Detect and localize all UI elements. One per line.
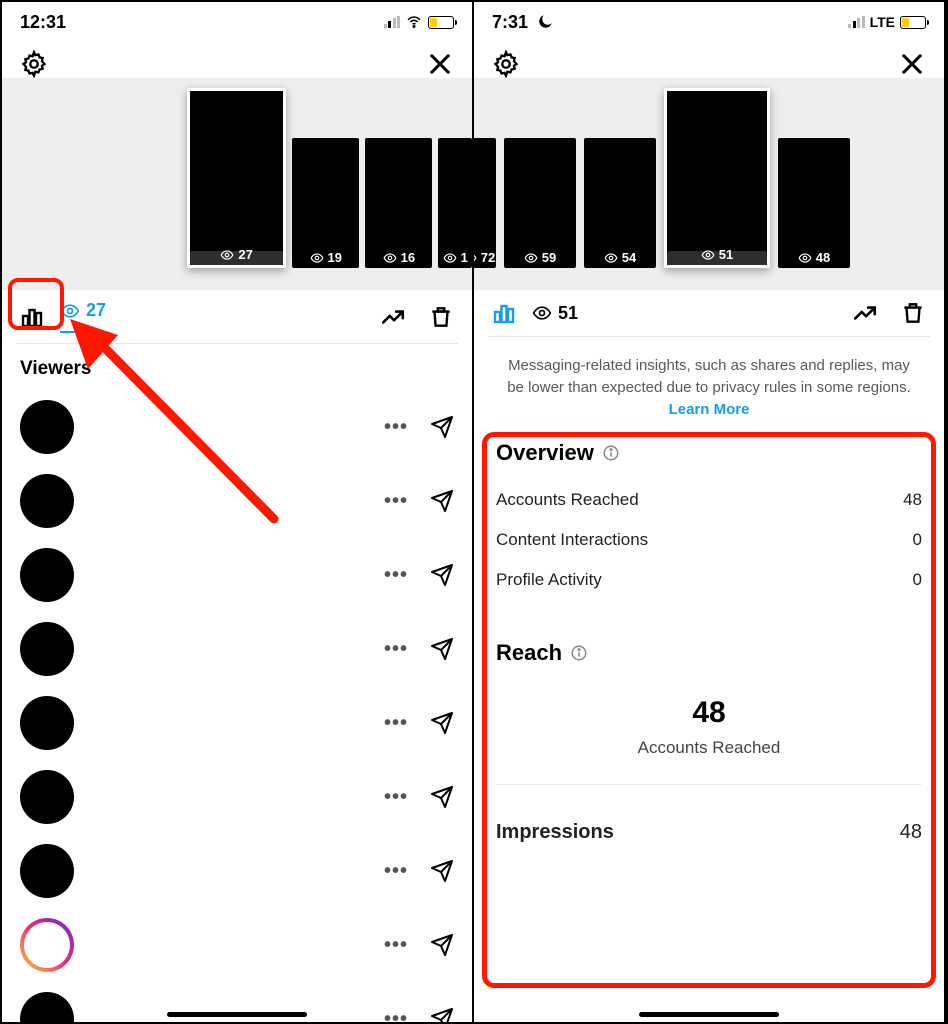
battery-icon	[428, 16, 454, 29]
send-icon[interactable]	[430, 1007, 454, 1022]
viewer-row[interactable]: •••	[2, 538, 472, 612]
trash-icon[interactable]	[428, 304, 454, 330]
phone-left: 12:31 2719161 27	[2, 2, 474, 1022]
send-icon[interactable]	[430, 933, 454, 957]
share-trend-icon[interactable]	[380, 304, 406, 330]
views-tab[interactable]: 51	[532, 303, 578, 324]
status-bar: 7:31 LTE	[474, 2, 944, 42]
send-icon[interactable]	[430, 415, 454, 439]
more-icon[interactable]: •••	[384, 860, 408, 883]
send-icon[interactable]	[430, 711, 454, 735]
more-icon[interactable]: •••	[384, 786, 408, 809]
gear-icon[interactable]	[492, 50, 520, 78]
annotation-arrow	[64, 319, 294, 539]
overview-row[interactable]: Content Interactions0	[474, 520, 944, 560]
story-thumb[interactable]: 51	[664, 88, 770, 268]
more-icon[interactable]: •••	[384, 934, 408, 957]
viewer-row[interactable]: •••	[2, 834, 472, 908]
story-strip[interactable]: 2719161	[2, 78, 472, 290]
reach-sublabel: Accounts Reached	[474, 738, 944, 758]
gear-icon[interactable]	[20, 50, 48, 78]
eye-icon	[532, 303, 552, 323]
story-thumb[interactable]: 19	[292, 138, 359, 268]
impressions-row: Impressions 48	[474, 811, 944, 854]
viewer-row[interactable]: •••	[2, 908, 472, 982]
send-icon[interactable]	[430, 489, 454, 513]
network-label: LTE	[870, 14, 895, 30]
info-icon[interactable]	[602, 444, 620, 462]
privacy-notice: Messaging-related insights, such as shar…	[474, 337, 944, 434]
annotation-highlight-box	[8, 278, 64, 330]
avatar[interactable]	[20, 548, 74, 602]
overview-row[interactable]: Profile Activity0	[474, 560, 944, 600]
reach-heading: Reach	[474, 634, 944, 680]
more-icon[interactable]: •••	[384, 1008, 408, 1023]
avatar[interactable]	[20, 992, 74, 1022]
overview-row[interactable]: Accounts Reached48	[474, 480, 944, 520]
reach-number: 48	[474, 696, 944, 730]
overview-heading: Overview	[474, 434, 944, 480]
home-indicator	[167, 1012, 307, 1017]
bar-chart-icon[interactable]	[492, 301, 516, 325]
close-icon[interactable]	[426, 50, 454, 78]
more-icon[interactable]: •••	[384, 416, 408, 439]
avatar[interactable]	[20, 770, 74, 824]
insight-tabs: 51	[474, 290, 944, 336]
more-icon[interactable]: •••	[384, 712, 408, 735]
reach-block: 48 Accounts Reached	[474, 680, 944, 784]
send-icon[interactable]	[430, 859, 454, 883]
more-icon[interactable]: •••	[384, 638, 408, 661]
story-thumb[interactable]: 48	[778, 138, 850, 268]
story-thumb[interactable]: 1	[438, 138, 472, 268]
avatar[interactable]	[20, 918, 74, 972]
story-thumb[interactable]: 59	[504, 138, 576, 268]
story-thumb[interactable]: 72	[474, 138, 496, 268]
viewer-row[interactable]: •••	[2, 686, 472, 760]
cell-signal-icon	[384, 16, 401, 28]
battery-icon	[900, 16, 926, 29]
avatar[interactable]	[20, 696, 74, 750]
avatar[interactable]	[20, 622, 74, 676]
close-icon[interactable]	[898, 50, 926, 78]
clock: 7:31	[492, 12, 528, 33]
avatar[interactable]	[20, 844, 74, 898]
share-trend-icon[interactable]	[852, 300, 878, 326]
status-bar: 12:31	[2, 2, 472, 42]
info-icon[interactable]	[570, 644, 588, 662]
story-thumb[interactable]: 16	[365, 138, 432, 268]
send-icon[interactable]	[430, 563, 454, 587]
moon-icon	[536, 13, 554, 31]
home-indicator	[639, 1012, 779, 1017]
clock: 12:31	[20, 12, 66, 33]
send-icon[interactable]	[430, 785, 454, 809]
trash-icon[interactable]	[900, 300, 926, 326]
story-thumb[interactable]: 27	[187, 88, 286, 268]
viewer-row[interactable]: •••	[2, 760, 472, 834]
more-icon[interactable]: •••	[384, 490, 408, 513]
story-thumb[interactable]: 54	[584, 138, 656, 268]
wifi-icon	[405, 13, 423, 31]
phone-right: 7:31 LTE 7259545148 51	[474, 2, 946, 1022]
cell-signal-icon	[848, 16, 865, 28]
send-icon[interactable]	[430, 637, 454, 661]
more-icon[interactable]: •••	[384, 564, 408, 587]
viewer-row[interactable]: •••	[2, 612, 472, 686]
story-strip[interactable]: 7259545148	[474, 78, 944, 290]
learn-more-link[interactable]: Learn More	[669, 401, 750, 418]
